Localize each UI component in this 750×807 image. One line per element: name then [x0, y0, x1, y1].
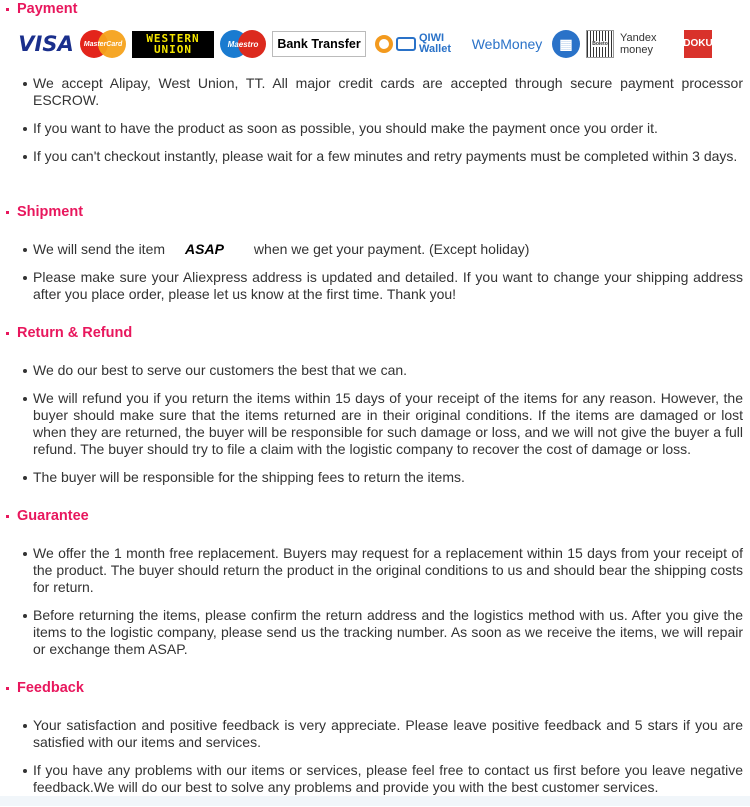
list-item: If you can't checkout instantly, please … — [23, 148, 743, 165]
refund-list: We do our best to serve our customers th… — [0, 362, 750, 486]
mastercard-logo: MasterCard — [80, 30, 126, 58]
list-item: The buyer will be responsible for the sh… — [23, 469, 743, 486]
list-item: We accept Alipay, West Union, TT. All ma… — [23, 75, 743, 108]
return-refund-section: Return & Refund We do our best to serve … — [0, 324, 750, 497]
doku-logo: DOKU — [683, 30, 713, 58]
payment-list: We accept Alipay, West Union, TT. All ma… — [0, 75, 750, 176]
webmoney-globe-icon: ▦ — [552, 30, 580, 58]
payment-heading: Payment — [0, 0, 750, 18]
return-refund-heading: Return & Refund — [0, 324, 750, 342]
asap-emphasis: ASAP — [185, 241, 224, 257]
visa-logo: VISA — [18, 32, 74, 56]
feedback-section: Feedback Your satisfaction and positive … — [0, 679, 750, 807]
list-item: If you want to have the product as soon … — [23, 120, 743, 137]
list-item: We will refund you if you return the ite… — [23, 390, 743, 457]
shipment-list: We will send the item ASAP when we get you… — [0, 241, 750, 303]
list-item: We will send the item ASAP when we get you… — [23, 241, 743, 258]
feedback-heading: Feedback — [0, 679, 750, 697]
webmoney-logo: WebMoney — [471, 36, 543, 52]
feedback-list: Your satisfaction and positive feedback … — [0, 717, 750, 796]
shipment-heading: Shipment — [0, 203, 750, 221]
bank-transfer-logo: Bank Transfer — [272, 31, 366, 57]
boleto-logo: Boleto — [586, 30, 614, 58]
list-item: Before returning the items, please confi… — [23, 607, 743, 657]
guarantee-list: We offer the 1 month free replacement. B… — [0, 545, 750, 658]
guarantee-heading: Guarantee — [0, 507, 750, 525]
western-union-logo: WESTERN UNION — [132, 30, 214, 58]
maestro-logo: Maestro — [220, 30, 266, 58]
payment-logos: VISA MasterCard WESTERN UNION Maestro Ba… — [18, 29, 713, 59]
list-item: Please make sure your Aliexpress address… — [23, 269, 743, 302]
list-item: We do our best to serve our customers th… — [23, 362, 743, 379]
yandex-money-logo: Yandex money — [620, 32, 657, 56]
payment-section: Payment VISA MasterCard WESTERN UNION Ma… — [0, 0, 750, 164]
bottom-strip — [0, 796, 750, 806]
qiwi-wallet-logo: QIWI Wallet — [372, 33, 462, 55]
list-item: Your satisfaction and positive feedback … — [23, 717, 743, 750]
list-item: If you have any problems with our items … — [23, 762, 743, 795]
shipment-section: Shipment We will send the item ASAP when w… — [0, 203, 750, 314]
list-item: We offer the 1 month free replacement. B… — [23, 545, 743, 595]
guarantee-section: Guarantee We offer the 1 month free repl… — [0, 507, 750, 669]
